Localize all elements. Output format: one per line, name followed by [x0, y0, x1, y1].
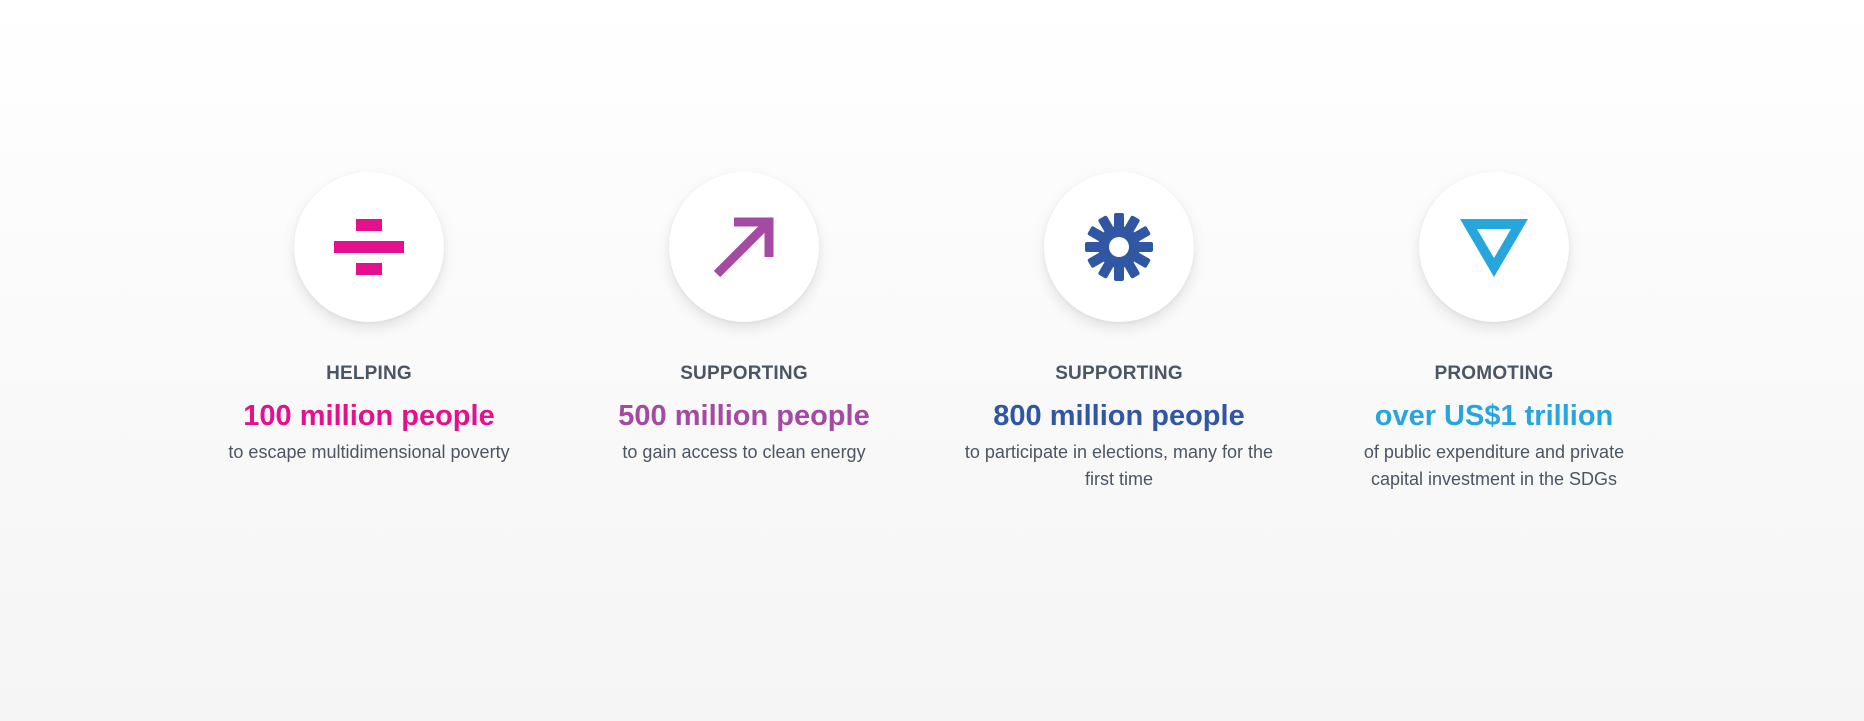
stat-poverty: HELPING 100 million people to escape mul…: [199, 172, 539, 466]
icon-circle: [1044, 172, 1194, 322]
stat-description: to gain access to clean energy: [622, 442, 866, 462]
stat-figure: over US$1 trillion: [1374, 400, 1614, 432]
divide-icon: [334, 219, 404, 275]
stat-description: to participate in elections, many for th…: [964, 442, 1274, 489]
triangle-down-icon: [1460, 219, 1528, 277]
stat-verb: PROMOTING: [1434, 363, 1554, 384]
icon-circle: [1419, 172, 1569, 322]
stat-description: of public expenditure and private capita…: [1363, 442, 1625, 489]
icon-circle: [294, 172, 444, 322]
stat-figure: 100 million people: [243, 400, 495, 432]
stat-verb: HELPING: [326, 363, 412, 384]
stat-verb: SUPPORTING: [1055, 363, 1183, 384]
stat-verb: SUPPORTING: [680, 363, 808, 384]
stat-energy: SUPPORTING 500 million people to gain ac…: [574, 172, 914, 466]
stat-description: to escape multidimensional poverty: [228, 442, 510, 462]
asterisk-icon: [1085, 213, 1153, 281]
icon-circle: [669, 172, 819, 322]
stat-investment: PROMOTING over US$1 trillion of public e…: [1324, 172, 1664, 493]
stat-figure: 500 million people: [618, 400, 870, 432]
arrow-up-right-icon: [713, 217, 774, 278]
stat-figure: 800 million people: [993, 400, 1245, 432]
stat-elections: SUPPORTING 800 million people to partici…: [949, 172, 1289, 493]
impact-stats: HELPING 100 million people to escape mul…: [0, 172, 1864, 532]
